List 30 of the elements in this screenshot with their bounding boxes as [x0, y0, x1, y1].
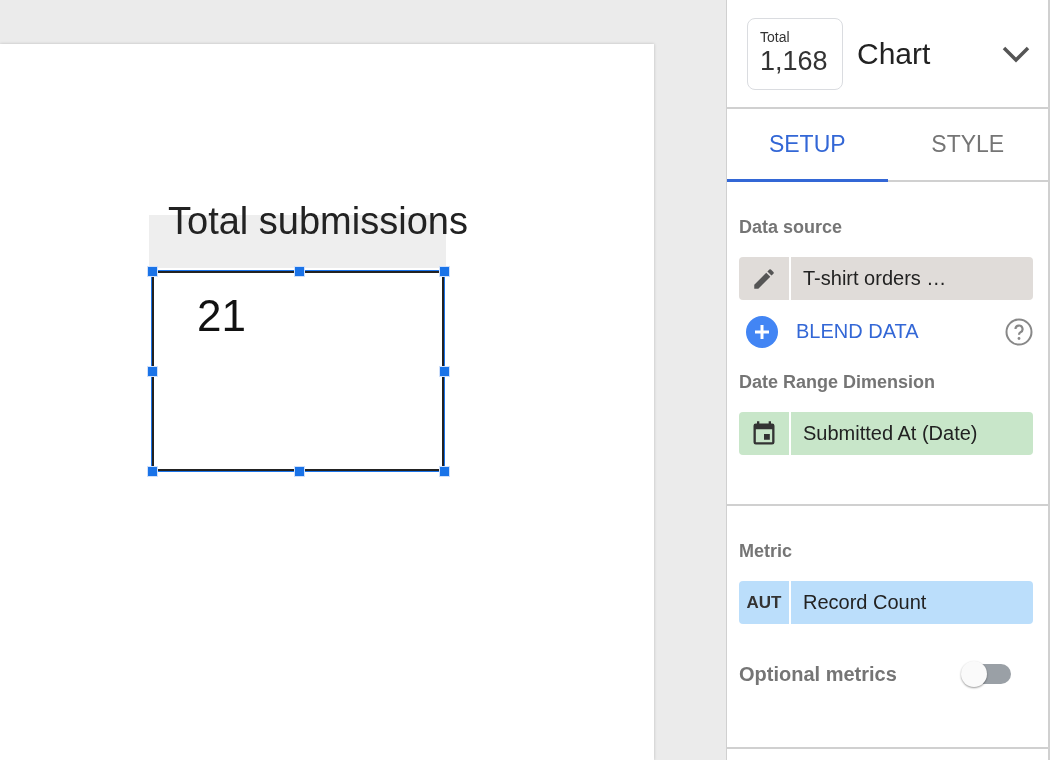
section-heading: Metric	[739, 541, 793, 561]
section-heading: Date Range Dimension	[739, 372, 937, 392]
field-chip[interactable]: T-shirt orders …	[791, 257, 1033, 300]
field-chip[interactable]: Submitted At (Date)	[791, 412, 1033, 455]
scorecard-chart[interactable]: 21	[152, 271, 444, 471]
resize-handle[interactable]	[147, 266, 158, 277]
tab[interactable]: SETUP	[727, 109, 888, 182]
help-icon[interactable]	[1005, 317, 1033, 346]
resize-handle[interactable]	[439, 466, 450, 477]
resize-handle[interactable]	[439, 366, 450, 377]
field-chip[interactable]: Record Count	[791, 581, 1033, 624]
chevron-down-icon[interactable]	[1002, 44, 1030, 63]
resize-handle[interactable]	[147, 366, 158, 377]
tab[interactable]: STYLE	[887, 109, 1048, 182]
resize-handle[interactable]	[294, 466, 305, 477]
chip-icon-area[interactable]: AUT	[739, 581, 791, 624]
resize-handle[interactable]	[147, 466, 158, 477]
aggregation-label: AUT	[746, 592, 782, 613]
chip-icon-area[interactable]	[739, 257, 791, 300]
resize-handle[interactable]	[294, 266, 305, 277]
toggle-label: Optional metrics	[739, 662, 897, 686]
resize-handle[interactable]	[439, 266, 450, 277]
add-circle-icon[interactable]	[746, 315, 778, 348]
total-value: 1,168	[760, 44, 829, 77]
blend-data-link[interactable]: BLEND DATA	[796, 320, 1005, 343]
chip-icon-area[interactable]	[739, 412, 791, 455]
scorecard-value: 21	[197, 291, 246, 341]
total-label: Total	[760, 28, 791, 45]
section-heading: Data source	[739, 217, 844, 237]
chart-type-label: Chart	[857, 36, 932, 71]
